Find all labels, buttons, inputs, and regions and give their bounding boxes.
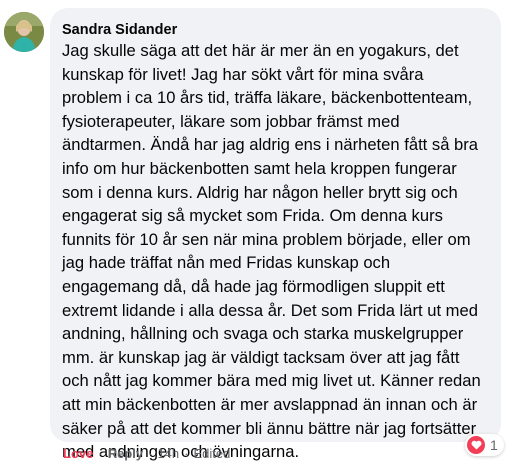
comment-line: engagerat sig så mycket som Frida. Om de… [62,206,443,226]
comment-line: jag hade träffat nån med Fridas kunskap … [62,253,391,273]
love-button[interactable]: Love [63,446,93,462]
edited-label: Edited [193,446,231,461]
comment-line: mm. är kunskap jag är väldigt tacksam öv… [62,347,460,367]
comment-line: extremt lidande i alla dessa år. Det som… [62,300,478,320]
reply-button[interactable]: Reply [108,446,143,462]
comment-line: och nått jag kommer bära med mig livet u… [62,371,481,391]
comment-line: som i denna kurs. Aldrig har någon helle… [62,182,458,202]
comment-bubble: Sandra Sidander Jag skulle säga att det … [50,8,501,461]
heart-icon [467,436,485,454]
comment-line: engagemang då, då hade jag förmodligen s… [62,276,445,296]
separator-dot: · [184,446,189,461]
comment-line: andning, hållning och svaga och starka m… [62,324,464,344]
comment-line: fysioterapeuter, läkare som jobbar främs… [62,111,400,131]
comment-line: Jag skulle säga att det här är mer än en… [62,41,459,60]
comment-line: problem i ca 10 års tid, träffa läkare, … [62,88,473,108]
avatar[interactable] [4,12,44,52]
comment-line: kunskap för livet! Jag har sökt vårt för… [62,64,424,84]
comment-text: Jag skulle säga att det här är mer än en… [62,39,489,464]
separator-dot: · [98,446,103,461]
comment-line: säker på att det kommer bli ännu bättre … [62,418,477,438]
comment-line: info om hur bäckenbotten samt hela kropp… [62,158,457,178]
timestamp[interactable]: 14h [157,446,179,462]
avatar-image [4,12,44,52]
separator-dot: · [148,446,153,461]
comment-actions: Love · Reply · 14h · Edited [63,446,230,462]
comment-line: funnits för 10 år sen när mina problem b… [62,229,471,249]
reaction-summary[interactable]: 1 [465,434,504,456]
comment-author[interactable]: Sandra Sidander [62,21,489,39]
comment-line: ändtarmen. Ändå har jag aldrig ens i när… [62,135,479,155]
comment-line: att min bäckenbotten är mer avslappnad ä… [62,394,478,414]
reaction-count: 1 [490,437,498,453]
